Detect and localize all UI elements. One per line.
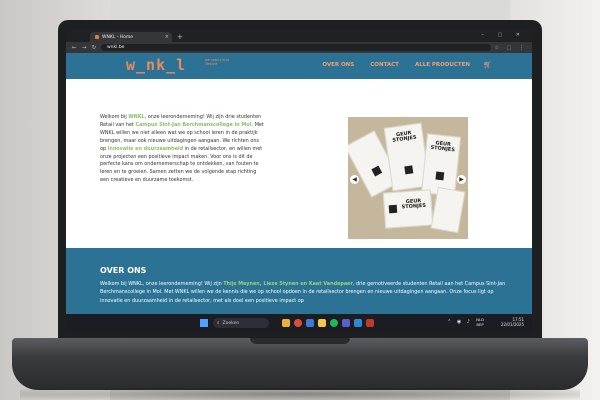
start-tile-icon bbox=[204, 319, 208, 323]
app-icon[interactable] bbox=[366, 319, 374, 327]
favicon-icon bbox=[95, 35, 99, 39]
vscode-icon[interactable] bbox=[354, 319, 362, 327]
url-text: wnkl.be bbox=[107, 45, 125, 50]
product-square bbox=[388, 204, 398, 214]
photos-icon[interactable] bbox=[306, 319, 314, 327]
intro-highlight-school: Campus Sint-Jan Berchmanscollege in Mol. bbox=[135, 121, 254, 128]
taskbar-clock[interactable]: 17:51 22/01/2025 bbox=[501, 317, 524, 327]
start-tile-icon bbox=[200, 323, 204, 327]
start-tile-icon bbox=[204, 323, 208, 327]
cart-icon[interactable]: 🛒︎ bbox=[483, 61, 492, 69]
product-square bbox=[371, 165, 383, 177]
laptop-screen: WNKL - Home × + – ▢ ✕ ← → ↻ wnkl.be ☆ ⬚ … bbox=[66, 30, 532, 332]
logo-tagline: we need a kind lifestyle bbox=[205, 58, 230, 66]
intro-text-part: Welkom bij bbox=[100, 114, 129, 120]
product-label: GEUR STONJES bbox=[392, 130, 417, 144]
intro-highlight-focus: innovatie en duurzaamheid bbox=[107, 145, 184, 152]
windows-taskbar: ⌕ Zoeken ⌃ ◉ ♪ NLD BEP 17:51 22/01/2025 bbox=[66, 314, 532, 332]
slider-prev-arrow-icon[interactable]: ◀ bbox=[350, 175, 359, 184]
close-tab-icon[interactable]: × bbox=[165, 34, 169, 40]
start-tile-icon bbox=[200, 319, 204, 323]
reload-icon[interactable]: ↻ bbox=[91, 45, 97, 51]
browser-tab-bar: WNKL - Home × + – ▢ ✕ bbox=[66, 30, 532, 42]
browser-toolbar: ← → ↻ wnkl.be ☆ ⬚ ⋮ bbox=[66, 42, 532, 53]
back-arrow-icon[interactable]: ← bbox=[71, 45, 77, 51]
new-tab-button[interactable]: + bbox=[177, 33, 183, 41]
laptop-base bbox=[12, 338, 588, 390]
taskbar-search-placeholder: Zoeken bbox=[222, 320, 240, 326]
tab-title: WNKL - Home bbox=[102, 34, 134, 40]
forward-arrow-icon[interactable]: → bbox=[81, 45, 87, 51]
over-ons-text-part: Welkom bij WNKL, onze leeronderneming! W… bbox=[100, 281, 224, 287]
search-icon: ⌕ bbox=[217, 321, 220, 326]
teams-icon[interactable] bbox=[342, 319, 350, 327]
language-line: BEP bbox=[476, 322, 484, 327]
product-label: GEUR STONJES bbox=[430, 140, 456, 154]
language-indicator[interactable]: NLD BEP bbox=[476, 317, 484, 327]
laptop-notch bbox=[250, 338, 350, 344]
product-square bbox=[404, 165, 414, 175]
over-ons-heading: OVER ONS bbox=[100, 266, 147, 275]
product-box bbox=[430, 186, 466, 234]
intro-highlight-brand: WNKL bbox=[128, 114, 145, 120]
intro-section: Welkom bij WNKL, onze leeronderneming! W… bbox=[66, 79, 532, 245]
site-logo[interactable]: w_nk_l bbox=[126, 56, 186, 74]
taskbar-search[interactable]: ⌕ Zoeken bbox=[213, 318, 269, 328]
address-bar[interactable]: wnkl.be bbox=[101, 44, 491, 51]
site-header: w_nk_l we need a kind lifestyle OVER ONS… bbox=[66, 53, 532, 79]
product-box: GEUR STONJES bbox=[382, 189, 434, 229]
product-square bbox=[435, 171, 445, 181]
over-ons-names: Thijs Meynen, Lieze Stynen en Kaat Vande… bbox=[223, 281, 353, 287]
chrome-icon[interactable] bbox=[294, 319, 302, 327]
nav-item-contact[interactable]: CONTACT bbox=[370, 62, 399, 68]
over-ons-text: Welkom bij WNKL, onze leeronderneming! W… bbox=[100, 280, 510, 305]
intro-text: Welkom bij WNKL, onze leeronderneming! W… bbox=[100, 114, 264, 185]
slider-next-arrow-icon[interactable]: ▶ bbox=[457, 175, 466, 184]
spotify-icon[interactable] bbox=[330, 319, 338, 327]
main-nav: OVER ONS CONTACT ALLE PRODUCTEN bbox=[322, 62, 470, 68]
laptop-shadow bbox=[20, 388, 580, 400]
system-tray-icons[interactable]: ⌃ ◉ ♪ bbox=[447, 319, 472, 325]
nav-item-alle-producten[interactable]: ALLE PRODUCTEN bbox=[415, 62, 470, 68]
product-label: GEUR STONJES bbox=[401, 198, 427, 211]
file-explorer-icon[interactable] bbox=[282, 319, 290, 327]
extensions-icon[interactable]: ☆ ⬚ ⋮ bbox=[495, 45, 527, 51]
start-button[interactable] bbox=[200, 319, 208, 327]
product-image-slider: GEUR STONJES GEUR STONJES GEUR STONJES ◀… bbox=[348, 117, 468, 239]
clock-date: 22/01/2025 bbox=[500, 322, 524, 327]
window-controls[interactable]: – ▢ ✕ bbox=[481, 32, 526, 38]
nav-item-over-ons[interactable]: OVER ONS bbox=[322, 62, 354, 68]
browser-tab-home[interactable]: WNKL - Home × bbox=[90, 32, 172, 42]
folder-icon[interactable] bbox=[318, 319, 326, 327]
